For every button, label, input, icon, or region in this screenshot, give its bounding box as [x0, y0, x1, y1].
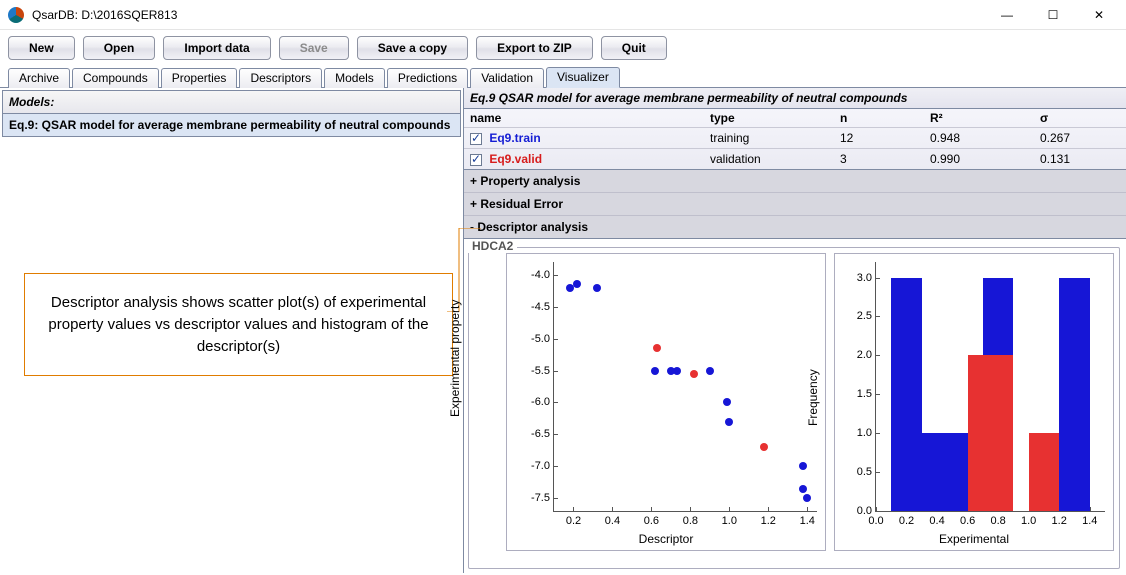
tab-descriptors[interactable]: Descriptors	[239, 68, 322, 88]
scatter-point-valid	[760, 443, 768, 451]
minimize-button[interactable]: —	[984, 0, 1030, 30]
hist-bar-red	[968, 355, 983, 511]
maximize-button[interactable]: ☐	[1030, 0, 1076, 30]
callout-box: Descriptor analysis shows scatter plot(s…	[24, 273, 453, 376]
scatter-ylabel: Experimental property	[448, 299, 462, 416]
open-button[interactable]: Open	[83, 36, 156, 60]
set-n-train: 12	[834, 128, 924, 149]
scatter-point-train	[706, 367, 714, 375]
hist-bar-red	[983, 355, 1014, 511]
model-row-selected[interactable]: Eq.9: QSAR model for average membrane pe…	[2, 114, 461, 137]
scatter-point-train	[799, 485, 807, 493]
close-button[interactable]: ✕	[1076, 0, 1122, 30]
checkbox-valid[interactable]	[470, 154, 482, 166]
scatter-xlabel: Descriptor	[639, 532, 694, 546]
model-title: Eq.9 QSAR model for average membrane per…	[464, 88, 1126, 109]
tabbar: Archive Compounds Properties Descriptors…	[0, 66, 1126, 88]
save-button[interactable]: Save	[279, 36, 349, 60]
main-content: Models: Eq.9: QSAR model for average mem…	[0, 88, 1126, 573]
set-r2-valid: 0.990	[924, 149, 1034, 170]
scatter-chart: Experimental property -4.0-4.5-5.0-5.5-6…	[506, 253, 826, 551]
charts-area: HDCA2 Experimental property -4.0-4.5-5.0…	[464, 239, 1126, 573]
set-r2-train: 0.948	[924, 128, 1034, 149]
save-copy-button[interactable]: Save a copy	[357, 36, 468, 60]
tab-visualizer[interactable]: Visualizer	[546, 67, 620, 88]
set-name-valid: Eq9.valid	[489, 152, 542, 166]
toolbar: New Open Import data Save Save a copy Ex…	[0, 30, 1126, 66]
titlebar: QsarDB: D:\2016SQER813 — ☐ ✕	[0, 0, 1126, 30]
set-sigma-train: 0.267	[1034, 128, 1126, 149]
tab-properties[interactable]: Properties	[161, 68, 238, 88]
hist-bar-blue	[952, 433, 967, 511]
col-n: n	[834, 109, 924, 128]
set-n-valid: 3	[834, 149, 924, 170]
tab-models[interactable]: Models	[324, 68, 385, 88]
app-icon	[8, 7, 24, 23]
models-heading: Models:	[2, 90, 461, 114]
scatter-point-train	[651, 367, 659, 375]
descriptor-label: HDCA2	[468, 239, 517, 253]
scatter-point-train	[566, 284, 574, 292]
set-type-valid: validation	[704, 149, 834, 170]
visualizer-pane: Eq.9 QSAR model for average membrane per…	[464, 88, 1126, 573]
new-button[interactable]: New	[8, 36, 75, 60]
set-sigma-valid: 0.131	[1034, 149, 1126, 170]
scatter-point-train	[723, 398, 731, 406]
table-row[interactable]: Eq9.valid validation 3 0.990 0.131	[464, 149, 1126, 170]
scatter-point-train	[673, 367, 681, 375]
col-type: type	[704, 109, 834, 128]
export-zip-button[interactable]: Export to ZIP	[476, 36, 593, 60]
tab-archive[interactable]: Archive	[8, 68, 70, 88]
hist-xlabel: Experimental	[939, 532, 1009, 546]
sets-table: name type n R² σ Eq9.train training 12 0…	[464, 109, 1126, 169]
col-sigma: σ	[1034, 109, 1126, 128]
col-name: name	[464, 109, 704, 128]
scatter-point-train	[725, 418, 733, 426]
set-type-train: training	[704, 128, 834, 149]
histogram-chart: Frequency 0.00.51.01.52.02.53.00.00.20.4…	[834, 253, 1114, 551]
hist-bar-red	[1029, 433, 1060, 511]
analysis-sections: + Property analysis + Residual Error - D…	[464, 169, 1126, 239]
tab-compounds[interactable]: Compounds	[72, 68, 159, 88]
checkbox-train[interactable]	[470, 133, 482, 145]
section-property-analysis[interactable]: + Property analysis	[464, 170, 1126, 193]
table-row[interactable]: Eq9.train training 12 0.948 0.267	[464, 128, 1126, 149]
col-r2: R²	[924, 109, 1034, 128]
section-descriptor-analysis[interactable]: - Descriptor analysis	[464, 216, 1126, 238]
scatter-point-valid	[653, 344, 661, 352]
scatter-plot-area: -4.0-4.5-5.0-5.5-6.0-6.5-7.0-7.50.20.40.…	[553, 262, 817, 512]
set-name-train: Eq9.train	[489, 131, 540, 145]
scatter-point-train	[799, 462, 807, 470]
section-residual-error[interactable]: + Residual Error	[464, 193, 1126, 216]
scatter-point-train	[593, 284, 601, 292]
quit-button[interactable]: Quit	[601, 36, 667, 60]
hist-bar-blue	[1059, 278, 1090, 511]
models-pane: Models: Eq.9: QSAR model for average mem…	[0, 88, 464, 573]
import-data-button[interactable]: Import data	[163, 36, 270, 60]
tab-predictions[interactable]: Predictions	[387, 68, 468, 88]
window-title: QsarDB: D:\2016SQER813	[32, 8, 177, 22]
tab-validation[interactable]: Validation	[470, 68, 544, 88]
scatter-point-train	[803, 494, 811, 502]
scatter-point-train	[573, 280, 581, 288]
hist-ylabel: Frequency	[806, 369, 820, 426]
hist-plot-area: 0.00.51.01.52.02.53.00.00.20.40.60.81.01…	[875, 262, 1105, 512]
hist-bar-blue	[891, 278, 922, 511]
scatter-point-valid	[690, 370, 698, 378]
hist-bar-blue	[922, 433, 953, 511]
